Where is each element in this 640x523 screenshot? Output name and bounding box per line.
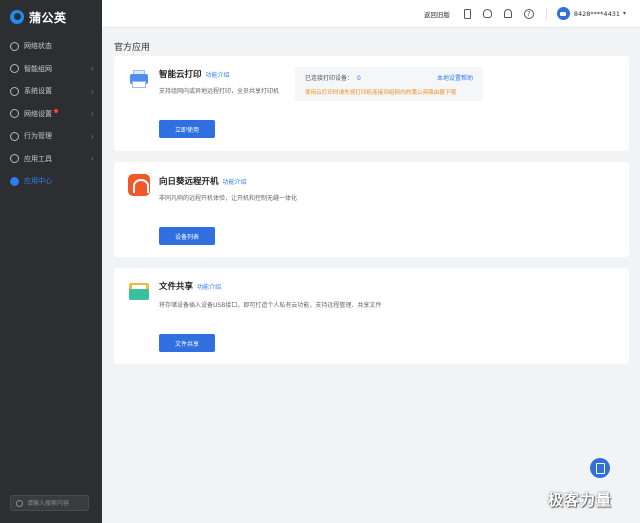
printer-icon: [128, 68, 150, 90]
behavior-icon: [10, 131, 19, 141]
chevron-right-icon: ›: [90, 64, 94, 74]
app-description: 将存储设备插入设备USB接口，即可打造个人私有云功能，支持远程管理、共享文件: [159, 302, 382, 309]
sidebar-item-system-settings[interactable]: 系统设置 ›: [0, 80, 102, 103]
sidebar-search: [10, 495, 89, 511]
network-settings-icon: [10, 109, 19, 119]
brand-name: 蒲公英: [29, 10, 67, 25]
device-name[interactable]: 8428****4431: [574, 10, 620, 18]
globe-icon: [10, 41, 19, 51]
sidebar-item-app-center[interactable]: 应用中心: [0, 170, 102, 193]
dandelion-logo-icon: [10, 10, 24, 24]
chevron-right-icon: ›: [90, 86, 94, 96]
top-header: 返回旧版 ? 8428****4431 ▾: [102, 0, 640, 28]
sidebar-item-label: 智能组网: [24, 64, 52, 73]
help-icon[interactable]: ?: [523, 8, 534, 19]
sidebar-item-label: 网络状态: [24, 42, 52, 51]
connected-devices-count: 0: [357, 75, 361, 82]
section-title: 官方应用: [114, 43, 151, 53]
feedback-floating-button[interactable]: [590, 458, 610, 478]
caret-down-icon[interactable]: ▾: [623, 10, 626, 17]
sunflower-icon: [128, 174, 150, 196]
network-icon: [10, 64, 19, 74]
sidebar-item-smart-networking[interactable]: 智能组网 ›: [0, 58, 102, 81]
sidebar: 蒲公英 网络状态 智能组网 › 系统设置 › 网络设置 › 行为管理 › 应用工…: [0, 0, 102, 523]
app-title: 文件共享 功能介绍: [159, 282, 222, 292]
app-title: 向日葵远程开机 功能介绍: [159, 177, 247, 187]
app-card-file-sharing: 文件共享 功能介绍 将存储设备插入设备USB接口，即可打造个人私有云功能，支持远程…: [114, 268, 629, 364]
file-sharing-button[interactable]: 文件共享: [159, 334, 215, 352]
watermark-text: 极客力量: [548, 491, 613, 509]
sidebar-item-app-tools[interactable]: 应用工具 ›: [0, 148, 102, 171]
search-input[interactable]: [27, 499, 87, 507]
sidebar-nav: 网络状态 智能组网 › 系统设置 › 网络设置 › 行为管理 › 应用工具 ›: [0, 35, 102, 193]
chevron-right-icon: ›: [90, 131, 94, 141]
feature-intro-link[interactable]: 功能介绍: [197, 284, 221, 291]
search-icon: [16, 499, 23, 507]
sidebar-item-label: 应用工具: [24, 154, 52, 163]
notification-dot: [54, 108, 58, 113]
folder-icon: [128, 280, 150, 302]
app-description: 非同凡响的远程开机体验，让开机和控制无缝一体化: [159, 195, 298, 202]
tools-icon: [10, 154, 19, 164]
app-center-icon: [10, 176, 19, 186]
chevron-right-icon: ›: [90, 154, 94, 164]
phone-icon[interactable]: [463, 8, 471, 19]
header-divider: [545, 7, 547, 20]
app-description: 支持组网内或异地远程打印，全员共享打印机: [159, 88, 280, 95]
use-now-button[interactable]: 立即使用: [159, 120, 215, 138]
sidebar-item-label: 应用中心: [24, 177, 52, 186]
sidebar-item-behavior-management[interactable]: 行为管理 ›: [0, 125, 102, 148]
bell-icon[interactable]: [503, 9, 512, 18]
sidebar-item-network-status[interactable]: 网络状态: [0, 35, 102, 58]
feature-intro-link[interactable]: 功能介绍: [223, 179, 247, 186]
chevron-right-icon: ›: [90, 109, 94, 119]
printer-warning-text: 使用云打印时请先将打印机连接到组网内的蒲公英路由器下哦: [305, 90, 457, 96]
router-device-icon: [556, 7, 570, 20]
app-card-remote-power-on: 向日葵远程开机 功能介绍 非同凡响的远程开机体验，让开机和控制无缝一体化 设备列表: [114, 162, 629, 257]
device-list-button[interactable]: 设备列表: [159, 227, 215, 245]
local-setup-help-link[interactable]: 本地设置帮助: [437, 73, 473, 82]
settings-icon: [10, 86, 19, 96]
back-to-old-version-link[interactable]: 返回旧版: [424, 9, 450, 19]
feature-intro-link[interactable]: 功能介绍: [206, 72, 230, 79]
robot-icon[interactable]: [482, 9, 492, 18]
printer-info-box: 已连接打印设备： 0 本地设置帮助 使用云打印时请先将打印机连接到组网内的蒲公英路…: [295, 67, 483, 101]
sidebar-item-network-settings[interactable]: 网络设置 ›: [0, 103, 102, 126]
connected-devices-label: 已连接打印设备： 0: [305, 75, 361, 82]
sidebar-item-label: 行为管理: [24, 132, 52, 141]
brand[interactable]: 蒲公英: [0, 0, 102, 34]
app-title: 智能云打印 功能介绍: [159, 70, 230, 80]
app-card-cloud-print: 智能云打印 功能介绍 支持组网内或异地远程打印，全员共享打印机 已连接打印设备： 0…: [114, 56, 629, 151]
sidebar-item-label: 系统设置: [24, 87, 52, 96]
